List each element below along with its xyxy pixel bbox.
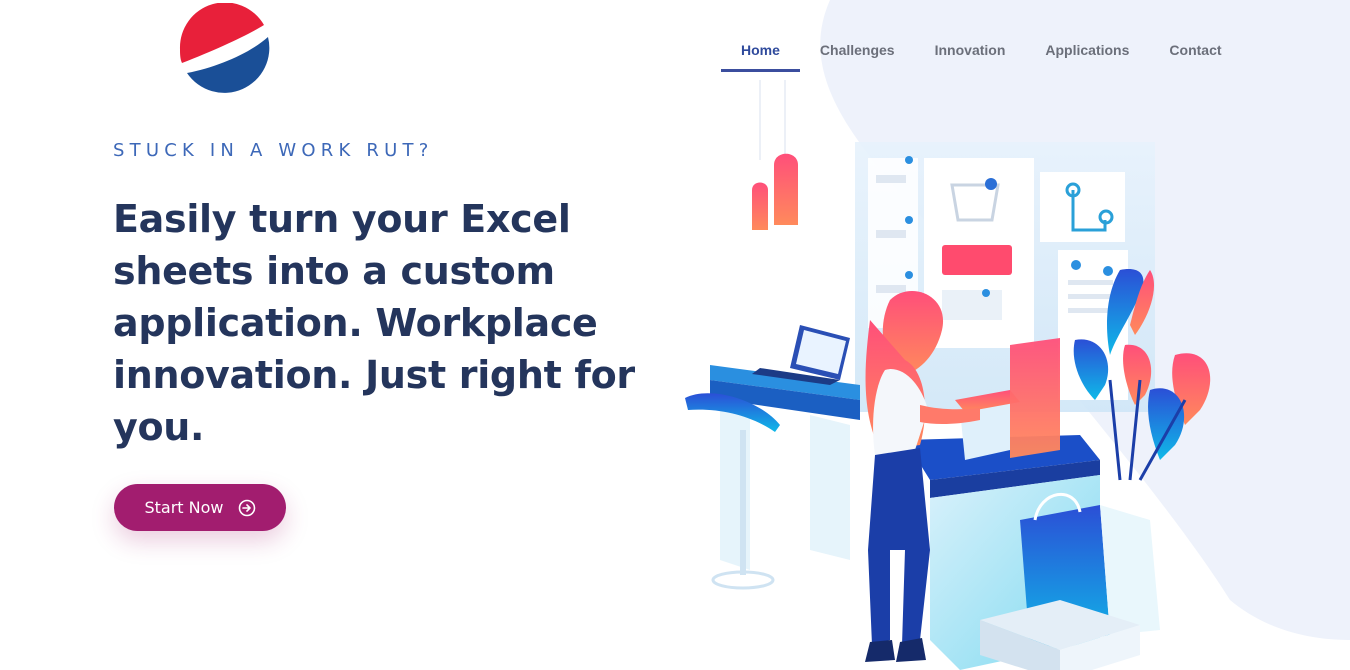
start-now-button[interactable]: Start Now <box>114 484 286 531</box>
main-nav: Home Challenges Innovation Applications … <box>721 28 1242 72</box>
logo[interactable] <box>178 3 272 95</box>
hero-headline: Easily turn your Excel sheets into a cus… <box>113 197 635 449</box>
nav-contact[interactable]: Contact <box>1149 28 1241 72</box>
start-now-label: Start Now <box>144 498 224 517</box>
hero-illustration <box>685 80 1211 670</box>
nav-innovation[interactable]: Innovation <box>915 28 1026 72</box>
nav-home[interactable]: Home <box>721 28 800 72</box>
lamp-shape <box>774 153 798 225</box>
nav-challenges[interactable]: Challenges <box>800 28 915 72</box>
arrow-right-circle-icon <box>238 499 255 516</box>
desk <box>710 365 860 570</box>
lamp-shape <box>752 182 768 230</box>
hero-eyebrow: STUCK IN A WORK RUT? <box>113 140 434 161</box>
nav-applications[interactable]: Applications <box>1025 28 1149 72</box>
